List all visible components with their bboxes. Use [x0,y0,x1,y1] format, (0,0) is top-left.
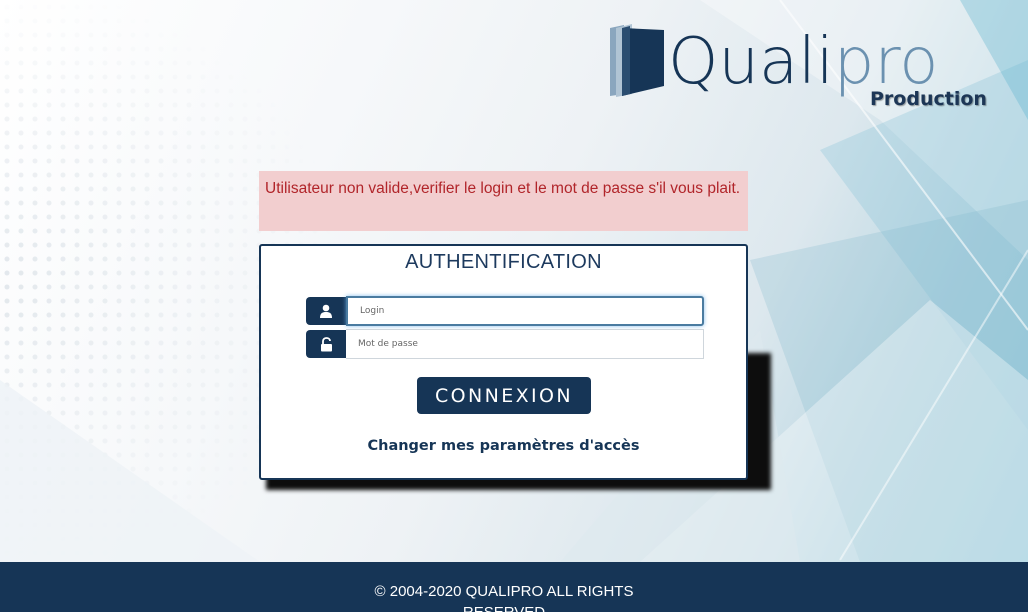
password-addon [306,330,346,358]
user-icon [320,304,332,318]
unlock-icon [320,336,332,351]
login-input[interactable] [346,296,704,326]
login-field-group [306,296,704,326]
login-card: AUTHENTIFICATION CONNEXION Changer mes p… [259,244,748,480]
login-addon [306,297,346,325]
connexion-button[interactable]: CONNEXION [417,377,591,414]
footer-copyright: © 2004-2020 QUALIPRO ALL RIGHTS RESERVED [374,583,634,612]
card-title: AUTHENTIFICATION [405,251,602,273]
footer: © 2004-2020 QUALIPRO ALL RIGHTS RESERVED [0,562,1028,612]
brand-subtitle: Production [870,88,987,110]
password-field-group [306,329,704,359]
book-icon [610,24,664,97]
error-alert: Utilisateur non valide,verifier le login… [259,171,748,231]
change-access-link[interactable]: Changer mes paramètres d'accès [261,438,746,454]
password-input[interactable] [346,329,704,359]
qualipro-logo: Qualipro Production [606,22,987,122]
